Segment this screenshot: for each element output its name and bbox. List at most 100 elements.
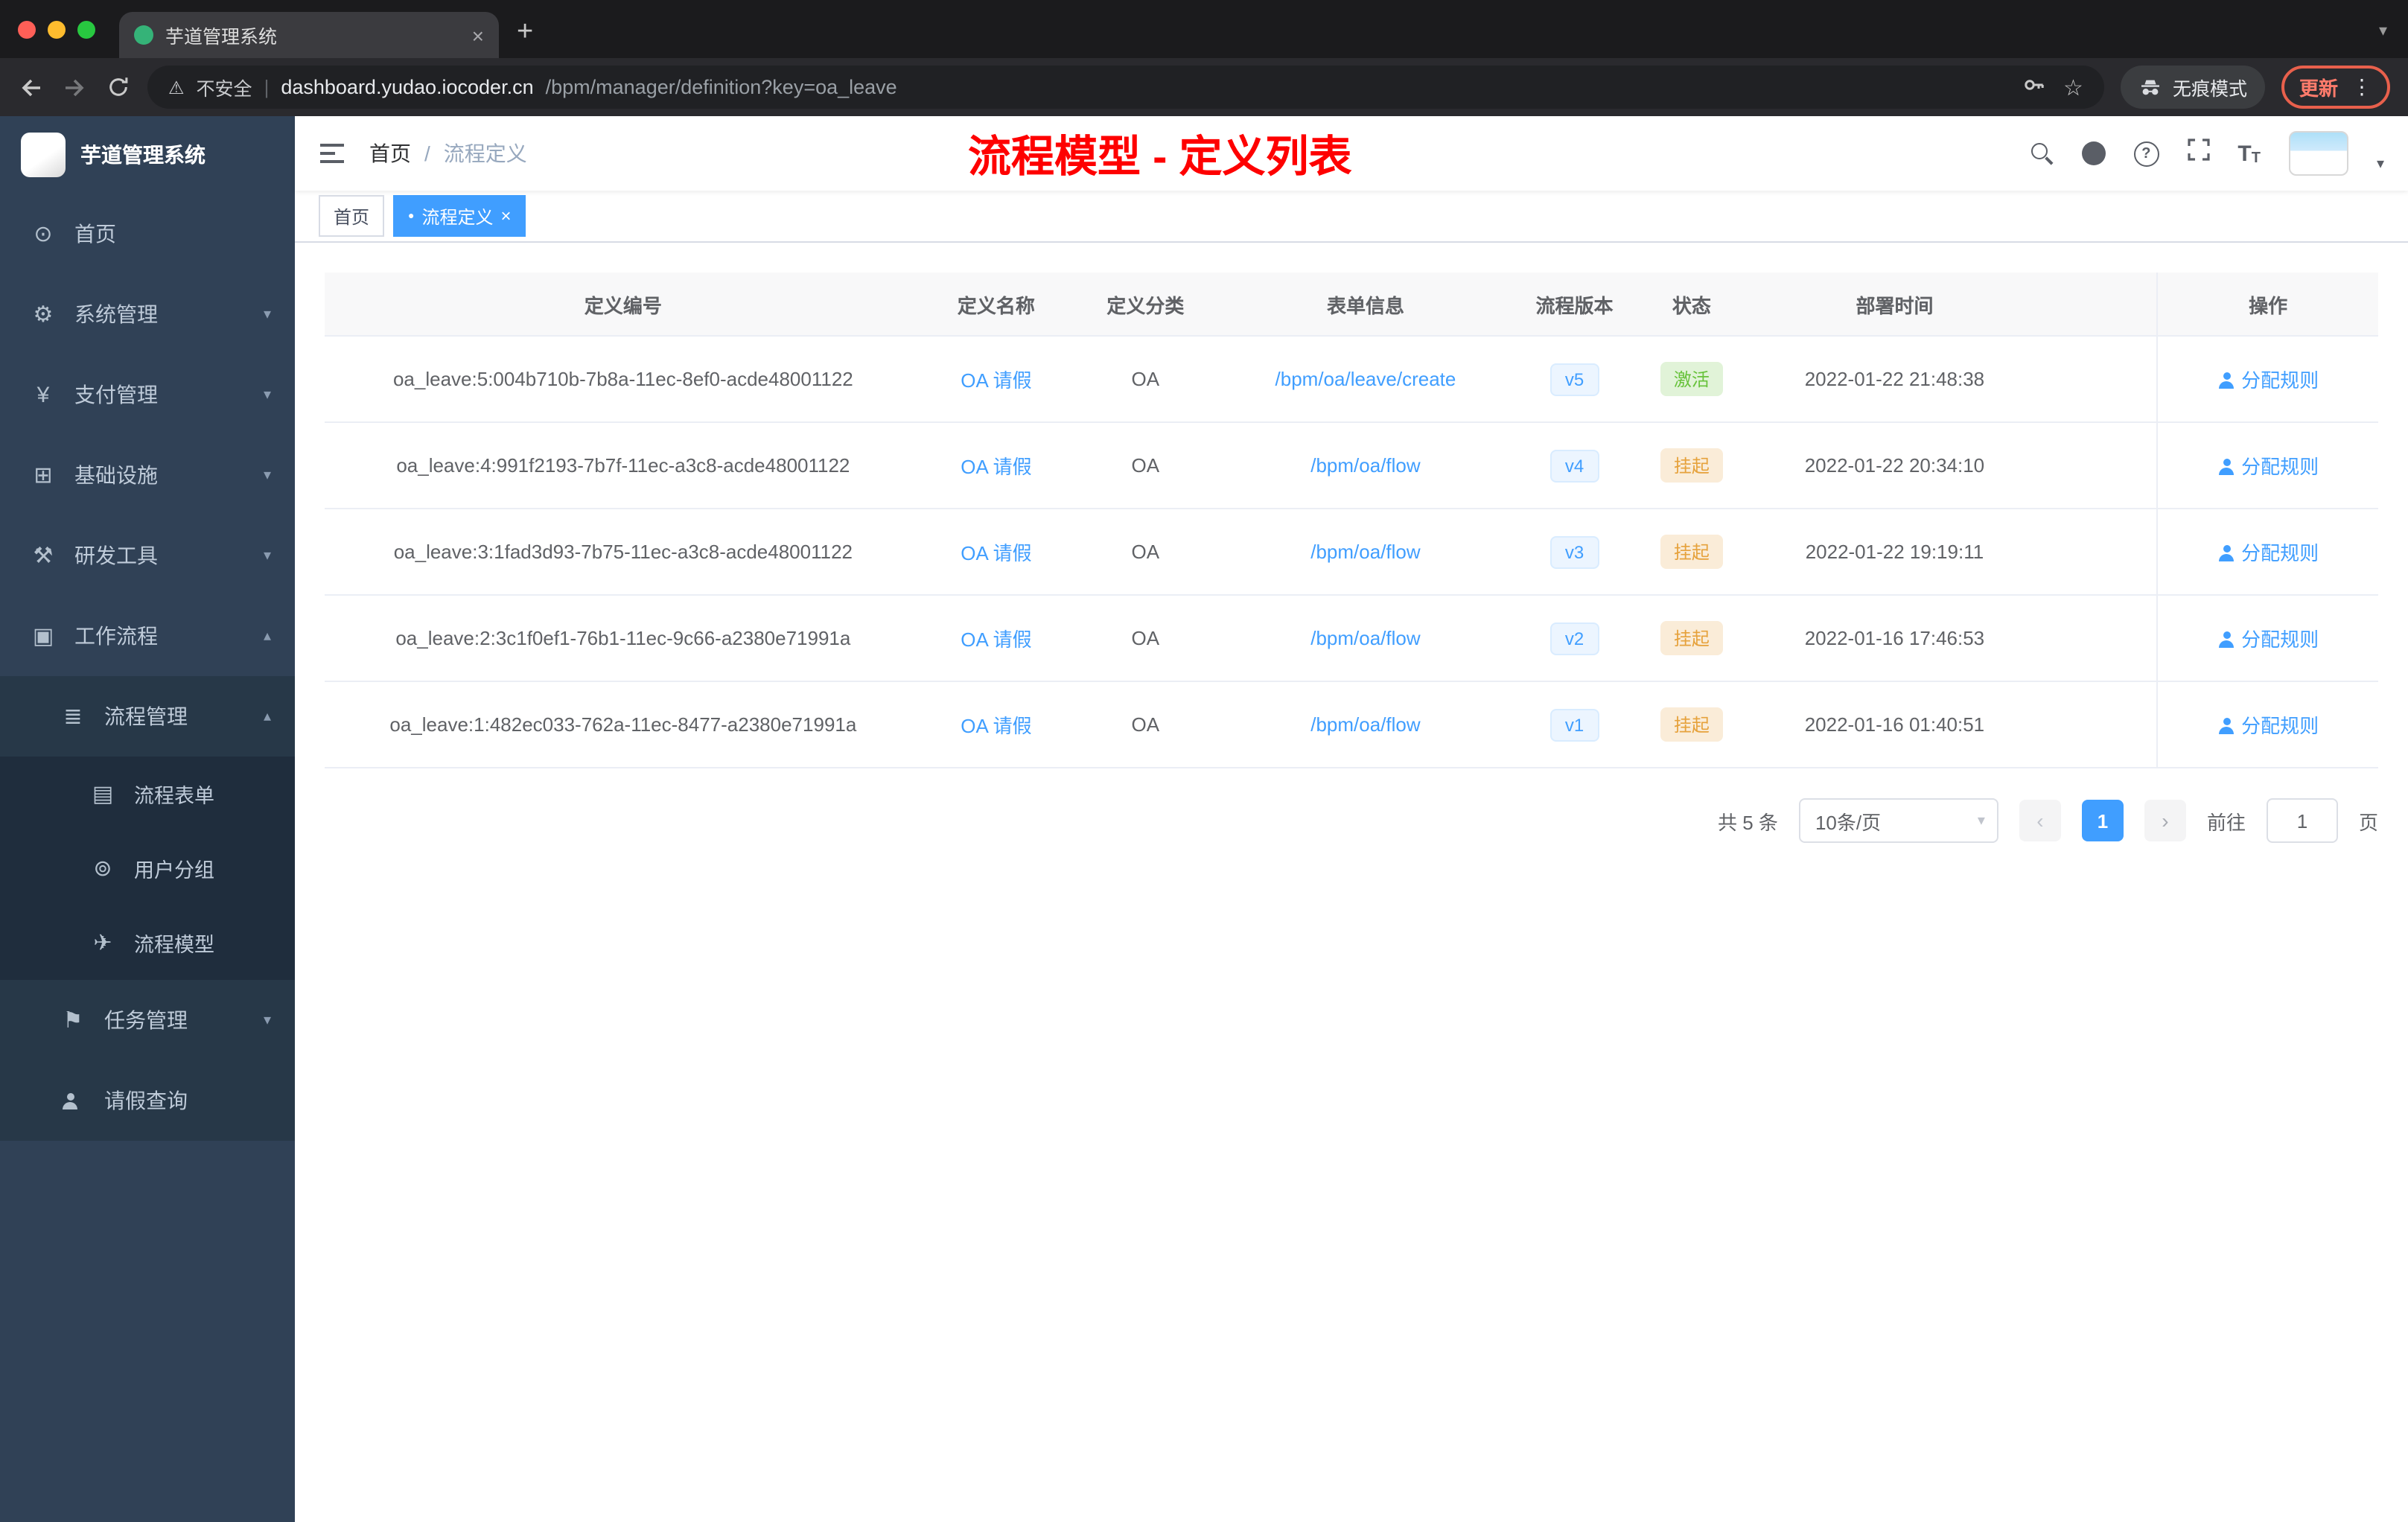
cell-spacer — [2043, 681, 2158, 768]
assign-rule-link[interactable]: 分配规则 — [2217, 628, 2319, 651]
user-icon — [2217, 545, 2235, 561]
minimize-window-button[interactable] — [48, 21, 66, 39]
bookmark-star-icon[interactable]: ☆ — [2063, 74, 2083, 101]
browser-update-button[interactable]: 更新 ⋮ — [2281, 66, 2390, 109]
version-tag: v2 — [1549, 622, 1599, 655]
caret-down-icon[interactable]: ▾ — [2377, 156, 2384, 173]
github-icon[interactable] — [2081, 141, 2106, 165]
form-link[interactable]: /bpm/oa/flow — [1310, 627, 1420, 649]
form-icon: ▤ — [92, 782, 114, 807]
prev-page-button[interactable]: ‹ — [2019, 800, 2061, 841]
goto-page-input[interactable] — [2266, 798, 2338, 843]
chevron-down-icon: ▾ — [263, 467, 271, 483]
browser-tab[interactable]: 芋道管理系统 × — [119, 12, 499, 58]
sidebar-item-label: 基础设施 — [74, 463, 158, 487]
security-label[interactable]: 不安全 — [197, 73, 252, 101]
sidebar-item-workflow[interactable]: ▣ 工作流程 ▴ — [0, 596, 295, 676]
sidebar-item-process-management[interactable]: ≣ 流程管理 ▴ — [0, 676, 295, 757]
sidebar: 芋道管理系统 ⊙ 首页 ⚙ 系统管理 ▾ ¥ 支付管理 ▾ ⊞ 基础设施 ▾ ⚒… — [0, 116, 295, 1522]
site-favicon-icon — [134, 25, 153, 45]
tag-process-definition[interactable]: ● 流程定义 × — [393, 195, 526, 237]
font-size-icon[interactable]: TT — [2237, 141, 2261, 166]
url-path: /bpm/manager/definition?key=oa_leave — [545, 76, 897, 98]
page-1-button[interactable]: 1 — [2081, 800, 2124, 841]
user-group-icon: ⊚ — [93, 856, 112, 882]
assign-rule-link[interactable]: 分配规则 — [2217, 715, 2319, 737]
table-row: oa_leave:2:3c1f0ef1-76b1-11ec-9c66-a2380… — [325, 595, 2378, 682]
sidebar-logo-row[interactable]: 芋道管理系统 — [0, 116, 295, 194]
avatar[interactable] — [2288, 131, 2348, 176]
close-icon[interactable]: × — [501, 207, 512, 225]
cell-deploy-time: 2022-01-22 19:19:11 — [1745, 509, 2044, 596]
sidebar-item-user-group[interactable]: ⊚ 用户分组 — [0, 831, 295, 905]
assign-rule-link[interactable]: 分配规则 — [2217, 542, 2319, 564]
list-icon: ≣ — [63, 704, 83, 730]
incognito-icon — [2141, 79, 2159, 95]
navbar: 首页 / 流程定义 流程模型 - 定义列表 ? TT ▾ — [295, 116, 2408, 191]
tag-home[interactable]: 首页 — [319, 195, 385, 237]
browser-menu-kebab-icon[interactable]: ⋮ — [2351, 74, 2372, 100]
breadcrumb-current: 流程定义 — [443, 141, 527, 165]
definition-name-link[interactable]: OA 请假 — [961, 542, 1031, 564]
new-tab-button[interactable]: + — [499, 16, 554, 58]
cell-definition-id: oa_leave:5:004b710b-7b8a-11ec-8ef0-acde4… — [325, 336, 922, 423]
page-unit-label: 页 — [2358, 811, 2378, 833]
tab-search-chevron-down-icon[interactable]: ▾ — [2379, 21, 2408, 58]
breadcrumb-home[interactable]: 首页 — [369, 138, 411, 168]
search-icon[interactable] — [2030, 142, 2053, 165]
fullscreen-icon[interactable] — [2187, 138, 2209, 168]
sidebar-item-label: 流程管理 — [104, 704, 188, 728]
key-icon[interactable] — [2022, 73, 2045, 101]
definition-name-link[interactable]: OA 请假 — [961, 456, 1031, 478]
app-shell: 芋道管理系统 ⊙ 首页 ⚙ 系统管理 ▾ ¥ 支付管理 ▾ ⊞ 基础设施 ▾ ⚒… — [0, 116, 2408, 1522]
next-page-button[interactable]: › — [2144, 800, 2186, 841]
definition-name-link[interactable]: OA 请假 — [961, 715, 1031, 737]
column-header-category: 定义分类 — [1071, 273, 1220, 337]
back-button[interactable] — [18, 74, 45, 101]
form-link[interactable]: /bpm/oa/leave/create — [1275, 368, 1456, 390]
version-tag: v1 — [1549, 708, 1599, 741]
form-link[interactable]: /bpm/oa/flow — [1310, 454, 1420, 477]
assign-rule-link[interactable]: 分配规则 — [2217, 456, 2319, 478]
pagination-total: 共 5 条 — [1718, 811, 1778, 833]
sidebar-item-payment[interactable]: ¥ 支付管理 ▾ — [0, 354, 295, 435]
tab-close-icon[interactable]: × — [472, 25, 484, 45]
dot-icon: ● — [408, 211, 415, 221]
definition-table: 定义编号 定义名称 定义分类 表单信息 流程版本 状态 部署时间 操作 oa_l… — [325, 273, 2378, 768]
address-bar[interactable]: ⚠ 不安全 | dashboard.yudao.iocoder.cn /bpm/… — [147, 66, 2104, 109]
address-bar-actions: ☆ — [2022, 73, 2083, 101]
sidebar-item-dev-tools[interactable]: ⚒ 研发工具 ▾ — [0, 515, 295, 596]
column-header-version: 流程版本 — [1511, 273, 1638, 337]
chevron-left-icon: ‹ — [2036, 809, 2044, 832]
definition-name-link[interactable]: OA 请假 — [961, 369, 1031, 392]
sidebar-item-infrastructure[interactable]: ⊞ 基础设施 ▾ — [0, 435, 295, 515]
sidebar-item-home[interactable]: ⊙ 首页 — [0, 194, 295, 274]
cell-definition-id: oa_leave:4:991f2193-7b7f-11ec-a3c8-acde4… — [325, 422, 922, 509]
incognito-label: 无痕模式 — [2172, 79, 2247, 100]
assign-rule-link[interactable]: 分配规则 — [2217, 369, 2319, 392]
definition-name-link[interactable]: OA 请假 — [961, 628, 1031, 651]
workflow-icon: ▣ — [32, 624, 54, 649]
sidebar-item-process-model[interactable]: ✈ 流程模型 — [0, 905, 295, 980]
sidebar-item-task-management[interactable]: ⚑ 任务管理 ▾ — [0, 980, 295, 1060]
form-link[interactable]: /bpm/oa/flow — [1310, 541, 1420, 563]
forward-button[interactable] — [61, 74, 88, 101]
close-window-button[interactable] — [18, 21, 36, 39]
incognito-badge: 无痕模式 — [2120, 66, 2265, 109]
form-link[interactable]: /bpm/oa/flow — [1310, 713, 1420, 736]
sidebar-item-process-form[interactable]: ▤ 流程表单 — [0, 757, 295, 831]
table-row: oa_leave:3:1fad3d93-7b75-11ec-a3c8-acde4… — [325, 509, 2378, 596]
sidebar-item-system[interactable]: ⚙ 系统管理 ▾ — [0, 274, 295, 354]
cell-deploy-time: 2022-01-16 17:46:53 — [1745, 595, 2044, 682]
sidebar-item-leave-query[interactable]: 请假查询 — [0, 1060, 295, 1141]
refresh-button[interactable] — [104, 74, 131, 101]
sidebar-item-label: 系统管理 — [74, 302, 158, 326]
page-size-value: 10条/页 — [1815, 811, 1882, 833]
zoom-window-button[interactable] — [77, 21, 95, 39]
help-icon[interactable]: ? — [2133, 141, 2159, 166]
page-size-select[interactable]: 10条/页 ▾ — [1798, 798, 1998, 843]
cell-category: OA — [1071, 509, 1220, 596]
hamburger-icon[interactable] — [319, 141, 345, 165]
dashboard-icon: ⊙ — [34, 222, 53, 247]
tools-icon: ⚒ — [33, 544, 54, 569]
